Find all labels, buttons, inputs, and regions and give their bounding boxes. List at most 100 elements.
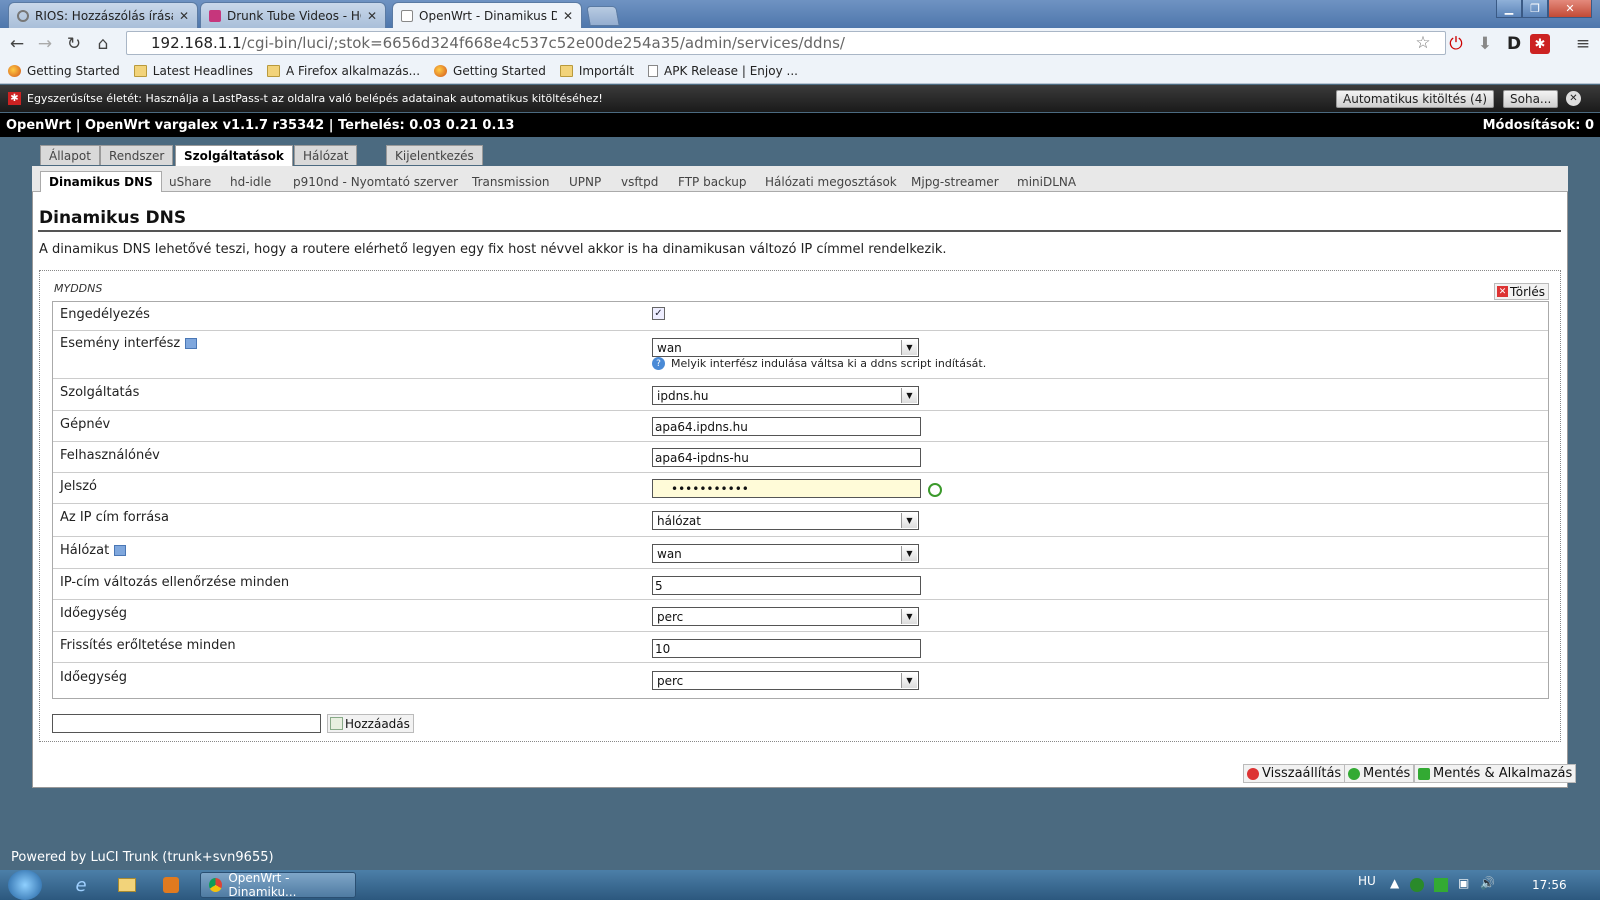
media-player-icon[interactable] xyxy=(150,872,192,898)
utorrent-icon[interactable] xyxy=(1410,878,1424,892)
volume-icon[interactable]: 🔊 xyxy=(1480,876,1495,890)
subtab-upnp[interactable]: UPNP xyxy=(561,171,609,192)
taskbar-window-title: OpenWrt - Dinamiku... xyxy=(228,871,297,899)
autofill-button[interactable]: Automatikus kitöltés (4) xyxy=(1336,90,1495,108)
menu-icon[interactable]: ≡ xyxy=(1572,33,1594,55)
save-icon xyxy=(1348,767,1360,780)
adblock-icon[interactable]: ⏻ xyxy=(1445,33,1467,55)
explorer-icon[interactable] xyxy=(106,872,148,898)
browser-tab-1[interactable]: RIOS: Hozzászólás írása - T ✕ xyxy=(8,2,198,28)
minimize-button[interactable]: ▁ xyxy=(1496,0,1522,18)
new-section-input[interactable] xyxy=(52,714,321,733)
network-icon xyxy=(185,338,198,349)
taskbar-chrome-window[interactable]: OpenWrt - Dinamiku... xyxy=(200,871,356,899)
password-input[interactable]: ••••••••••• xyxy=(652,479,921,498)
check-unit-select[interactable]: perc ▼ xyxy=(652,607,919,626)
bookmark-item[interactable]: Latest Headlines xyxy=(133,64,253,78)
save-apply-button[interactable]: Mentés & Alkalmazás xyxy=(1414,764,1577,783)
url-host: 192.168.1.1 xyxy=(151,34,242,52)
lastpass-message: Egyszerűsítse életét: Használja a LastPa… xyxy=(27,92,603,105)
event-interface-select[interactable]: wan ▼ xyxy=(652,338,919,357)
new-tab-button[interactable] xyxy=(586,6,620,26)
start-button[interactable] xyxy=(8,870,42,900)
header-info: OpenWrt | OpenWrt vargalex v1.1.7 r35342… xyxy=(6,117,515,133)
reset-label: Visszaállítás xyxy=(1262,766,1342,781)
close-icon[interactable]: ✕ xyxy=(563,9,573,23)
close-icon[interactable]: ✕ xyxy=(179,9,189,23)
browser-tab-2[interactable]: Drunk Tube Videos - HQ D ✕ xyxy=(200,2,386,28)
home-icon[interactable]: ⌂ xyxy=(92,33,114,55)
bookmark-item[interactable]: Getting Started xyxy=(434,64,546,78)
force-unit-select[interactable]: perc ▼ xyxy=(652,671,919,690)
changes-counter[interactable]: Módosítások: 0 xyxy=(1483,118,1594,133)
bookmark-label: Getting Started xyxy=(27,63,120,78)
tab-system[interactable]: Rendszer xyxy=(100,145,174,165)
subtab-ftp-backup[interactable]: FTP backup xyxy=(670,171,754,192)
bookmarks-bar: Getting Started Latest Headlines A Firef… xyxy=(0,58,1600,84)
bookmark-label: APK Release | Enjoy ... xyxy=(664,63,798,78)
subtab-ushare[interactable]: uShare xyxy=(161,171,219,192)
folder-icon xyxy=(559,64,573,77)
back-icon[interactable]: ← xyxy=(6,33,28,55)
network-select[interactable]: wan ▼ xyxy=(652,544,919,563)
browser-tab-3[interactable]: OpenWrt - Dinamikus DN ✕ xyxy=(392,2,582,28)
network-label-text: Hálózat xyxy=(60,543,110,558)
language-indicator[interactable]: HU xyxy=(1358,874,1376,888)
save-label: Mentés xyxy=(1363,766,1411,781)
add-button[interactable]: Hozzáadás xyxy=(327,714,414,733)
bookmark-item[interactable]: Getting Started xyxy=(8,64,120,78)
select-value: hálózat xyxy=(657,513,701,528)
network-tray-icon[interactable]: ▣ xyxy=(1458,876,1469,890)
username-input[interactable]: apa64-ipdns-hu xyxy=(652,448,921,467)
maximize-button[interactable]: ❐ xyxy=(1522,0,1548,18)
subtab-ddns[interactable]: Dinamikus DNS xyxy=(40,171,162,192)
reset-button[interactable]: Visszaállítás xyxy=(1243,764,1346,783)
extension-icon[interactable]: D xyxy=(1503,33,1525,55)
ie-icon[interactable]: e xyxy=(60,872,102,898)
window-close-button[interactable]: ✕ xyxy=(1548,0,1592,18)
bookmark-label: Importált xyxy=(578,63,635,78)
delete-button[interactable]: ✕ Törlés xyxy=(1494,283,1550,300)
tab-services[interactable]: Szolgáltatások xyxy=(175,145,293,166)
folder-icon xyxy=(209,9,221,22)
reload-icon[interactable]: ↻ xyxy=(63,33,85,55)
bookmark-item[interactable]: APK Release | Enjoy ... xyxy=(648,64,798,78)
download-icon[interactable]: ⬇ xyxy=(1474,33,1496,55)
save-button[interactable]: Mentés xyxy=(1344,764,1415,783)
force-interval-input[interactable]: 10 xyxy=(652,639,921,658)
address-bar[interactable]: 192.168.1.1/cgi-bin/luci/;stok=6656d324f… xyxy=(126,31,1446,55)
subtab-transmission[interactable]: Transmission xyxy=(464,171,558,192)
add-label: Hozzáadás xyxy=(345,716,410,731)
bookmark-item[interactable]: Importált xyxy=(559,63,635,78)
subtab-minidlna[interactable]: miniDLNA xyxy=(1009,171,1084,192)
check-interval-input[interactable]: 5 xyxy=(652,576,921,595)
subtab-vsftpd[interactable]: vsftpd xyxy=(613,171,666,192)
enable-checkbox[interactable]: ✓ xyxy=(652,307,665,320)
service-select[interactable]: ipdns.hu ▼ xyxy=(652,386,919,405)
reveal-password-icon[interactable] xyxy=(928,483,942,497)
tray-app-icon[interactable] xyxy=(1434,878,1448,892)
lastpass-icon[interactable]: ✱ xyxy=(1530,34,1550,54)
close-icon[interactable]: ✕ xyxy=(1566,91,1581,106)
service-label: Szolgáltatás xyxy=(60,385,140,400)
tab-logout[interactable]: Kijelentkezés xyxy=(386,145,483,165)
tray-expand-icon[interactable]: ▲ xyxy=(1390,876,1399,890)
ip-source-select[interactable]: hálózat ▼ xyxy=(652,511,919,530)
tab-network[interactable]: Hálózat xyxy=(294,145,358,165)
never-button[interactable]: Soha... xyxy=(1503,90,1559,108)
tab-title: OpenWrt - Dinamikus DN xyxy=(419,8,557,23)
subtab-p910nd[interactable]: p910nd - Nyomtató szerver xyxy=(285,171,466,192)
bookmark-item[interactable]: A Firefox alkalmazás... xyxy=(266,64,420,78)
close-icon[interactable]: ✕ xyxy=(367,9,377,23)
clock[interactable]: 17:56 xyxy=(1532,878,1567,892)
subtab-mjpg-streamer[interactable]: Mjpg-streamer xyxy=(903,171,1007,192)
subtab-hd-idle[interactable]: hd-idle xyxy=(222,171,279,192)
tab-status[interactable]: Állapot xyxy=(40,145,100,165)
subtab-network-shares[interactable]: Hálózati megosztások xyxy=(757,171,905,192)
star-icon[interactable]: ☆ xyxy=(1412,32,1434,54)
add-icon xyxy=(330,717,343,730)
force-interval-label: Frissítés erőltetése minden xyxy=(60,638,236,653)
hostname-input[interactable]: apa64.ipdns.hu xyxy=(652,417,921,436)
forward-icon[interactable]: → xyxy=(34,33,56,55)
tab-title: RIOS: Hozzászólás írása - T xyxy=(35,8,173,23)
